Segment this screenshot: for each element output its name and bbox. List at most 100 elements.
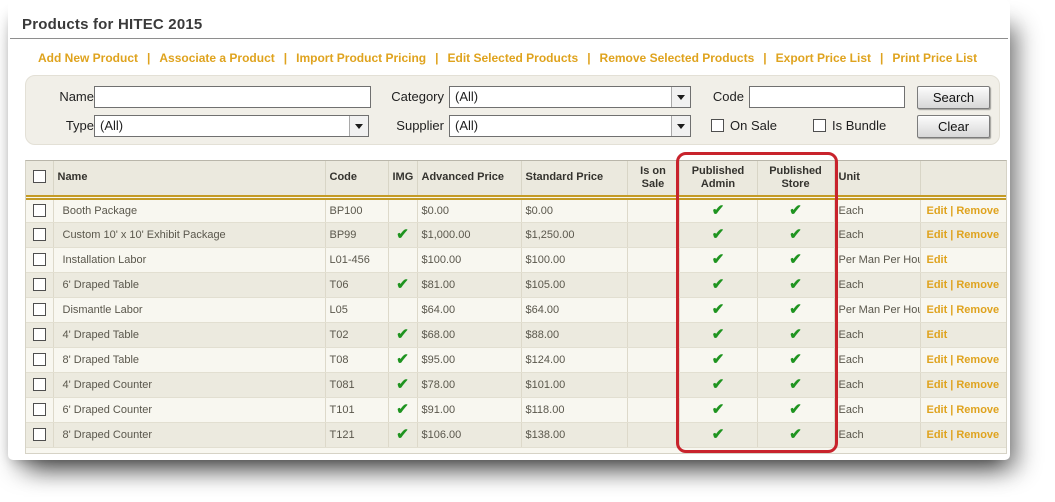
- on-sale-label: On Sale: [730, 118, 777, 133]
- unit: Per Man Per Hour: [834, 297, 921, 323]
- edit-link[interactable]: Edit: [927, 229, 948, 241]
- edit-selected-products-link[interactable]: Edit Selected Products: [447, 51, 578, 65]
- is-on-sale-cell: [627, 397, 680, 423]
- code-input[interactable]: [749, 86, 905, 108]
- col-header-actions: [920, 161, 1006, 200]
- remove-link[interactable]: Remove: [956, 229, 999, 241]
- advanced-price: $100.00: [417, 247, 522, 273]
- page-title: Products for HITEC 2015: [22, 16, 203, 33]
- name-input[interactable]: [94, 86, 371, 108]
- associate-product-link[interactable]: Associate a Product: [159, 51, 274, 65]
- is-bundle-option: Is Bundle: [813, 115, 886, 137]
- chevron-down-icon: [349, 116, 368, 136]
- code-label: Code: [712, 89, 744, 104]
- type-select[interactable]: (All): [94, 115, 369, 137]
- remove-link[interactable]: Remove: [956, 279, 999, 291]
- img-check-icon: ✔: [396, 226, 409, 243]
- row-checkbox[interactable]: [32, 277, 46, 291]
- remove-link[interactable]: Remove: [956, 354, 999, 366]
- published-store-check-icon: ✔: [789, 426, 802, 443]
- row-checkbox[interactable]: [32, 302, 46, 316]
- edit-link[interactable]: Edit: [927, 304, 948, 316]
- on-sale-checkbox[interactable]: [711, 119, 724, 132]
- export-price-list-link[interactable]: Export Price List: [776, 51, 871, 65]
- published-admin-check-icon: ✔: [711, 326, 725, 343]
- table-row: 8' Draped Table T08 ✔ $95.00 $124.00 ✔ ✔…: [26, 347, 1006, 373]
- is-bundle-checkbox[interactable]: [813, 119, 826, 132]
- add-new-product-link[interactable]: Add New Product: [38, 51, 138, 65]
- select-all-checkbox[interactable]: [32, 170, 46, 184]
- table-row: 6' Draped Table T06 ✔ $81.00 $105.00 ✔ ✔…: [26, 272, 1006, 298]
- advanced-price: $91.00: [417, 397, 522, 423]
- search-button[interactable]: Search: [917, 86, 990, 109]
- toolbar-separator: |: [880, 51, 884, 65]
- edit-link[interactable]: Edit: [927, 279, 948, 291]
- standard-price: $101.00: [521, 372, 628, 398]
- row-checkbox[interactable]: [32, 227, 46, 241]
- product-code: T101: [325, 397, 389, 423]
- name-label: Name: [59, 89, 94, 104]
- remove-link[interactable]: Remove: [956, 404, 999, 416]
- product-code: T08: [325, 347, 389, 373]
- unit: Per Man Per Hour: [834, 247, 921, 273]
- unit: Each: [834, 272, 921, 298]
- supplier-select[interactable]: (All): [449, 115, 691, 137]
- category-select[interactable]: (All): [449, 86, 691, 108]
- remove-link[interactable]: Remove: [956, 304, 999, 316]
- published-admin-check-icon: ✔: [711, 401, 725, 418]
- is-on-sale-cell: [627, 222, 680, 248]
- col-header-published-store: Published Store: [757, 161, 835, 200]
- action-separator: |: [950, 303, 954, 316]
- row-checkbox[interactable]: [32, 352, 46, 366]
- product-code: BP99: [325, 222, 389, 248]
- import-product-pricing-link[interactable]: Import Product Pricing: [296, 51, 426, 65]
- edit-link[interactable]: Edit: [927, 254, 948, 266]
- standard-price: $0.00: [521, 197, 628, 223]
- product-name: 6' Draped Table: [53, 272, 326, 298]
- remove-link[interactable]: Remove: [956, 205, 999, 217]
- published-admin-check-icon: ✔: [711, 226, 725, 243]
- row-checkbox[interactable]: [32, 377, 46, 391]
- action-separator: |: [950, 278, 954, 291]
- remove-link[interactable]: Remove: [956, 379, 999, 391]
- product-code: L01-456: [325, 247, 389, 273]
- title-divider: [10, 38, 1008, 39]
- products-table: Name Code IMG Advanced Price Standard Pr…: [25, 152, 1007, 454]
- edit-link[interactable]: Edit: [927, 354, 948, 366]
- row-checkbox[interactable]: [32, 252, 46, 266]
- published-admin-check-icon: ✔: [711, 351, 725, 368]
- published-admin-check-icon: ✔: [711, 426, 725, 443]
- row-checkbox[interactable]: [32, 402, 46, 416]
- category-selected-value: (All): [455, 89, 479, 104]
- on-sale-option: On Sale: [711, 115, 777, 137]
- toolbar-separator: |: [147, 51, 151, 65]
- standard-price: $118.00: [521, 397, 628, 423]
- col-header-is-on-sale: Is on Sale: [627, 161, 680, 200]
- remove-link[interactable]: Remove: [956, 429, 999, 441]
- edit-link[interactable]: Edit: [927, 205, 948, 217]
- published-store-check-icon: ✔: [789, 301, 802, 318]
- edit-link[interactable]: Edit: [927, 379, 948, 391]
- img-check-icon: ✔: [396, 401, 409, 418]
- row-checkbox[interactable]: [32, 327, 46, 341]
- standard-price: $88.00: [521, 322, 628, 348]
- table-row: Booth Package BP100 ✔ $0.00 $0.00 ✔ ✔ Ea…: [26, 197, 1006, 223]
- col-header-code: Code: [325, 161, 389, 200]
- remove-selected-products-link[interactable]: Remove Selected Products: [600, 51, 755, 65]
- edit-link[interactable]: Edit: [927, 429, 948, 441]
- edit-link[interactable]: Edit: [927, 329, 948, 341]
- row-checkbox[interactable]: [32, 203, 46, 217]
- supplier-label: Supplier: [396, 118, 444, 133]
- col-header-advanced-price: Advanced Price: [417, 161, 522, 200]
- supplier-selected-value: (All): [455, 118, 479, 133]
- print-price-list-link[interactable]: Print Price List: [892, 51, 977, 65]
- row-checkbox[interactable]: [32, 427, 46, 441]
- chevron-down-icon: [671, 116, 690, 136]
- unit: Each: [834, 222, 921, 248]
- clear-button[interactable]: Clear: [917, 115, 990, 138]
- product-name: Installation Labor: [53, 247, 326, 273]
- toolbar-separator: |: [587, 51, 591, 65]
- edit-link[interactable]: Edit: [927, 404, 948, 416]
- product-toolbar: Add New Product | Associate a Product | Impo…: [38, 51, 1010, 65]
- col-header-name: Name: [53, 161, 326, 200]
